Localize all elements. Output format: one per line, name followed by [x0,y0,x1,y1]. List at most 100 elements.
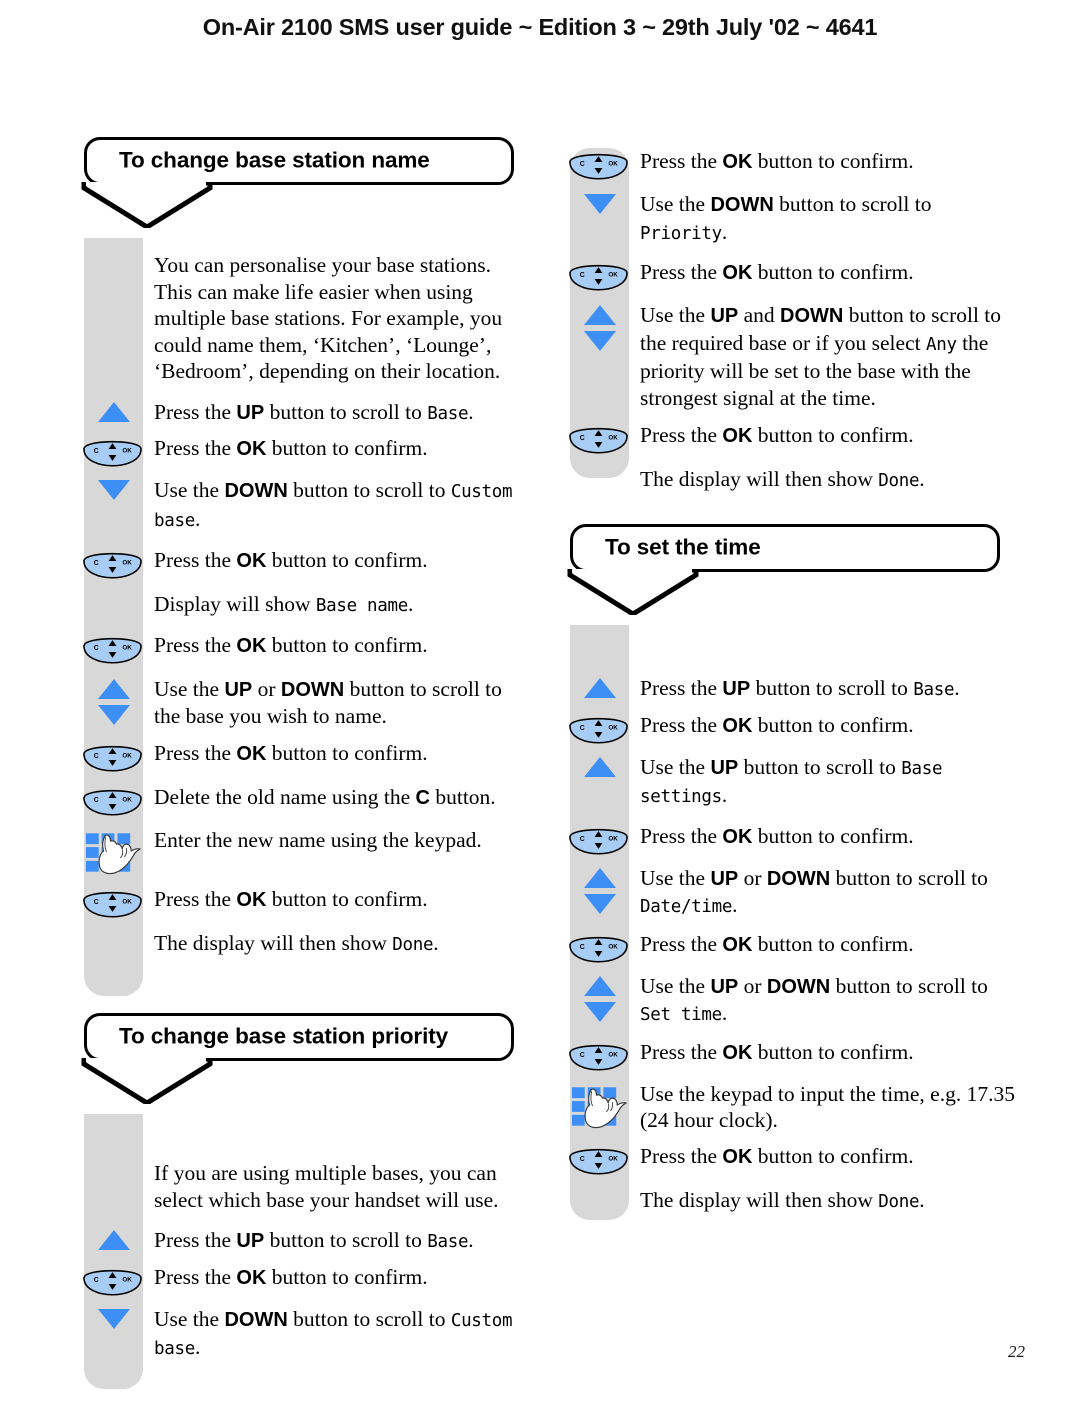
up-down-arrow-icon[interactable] [570,973,629,1023]
up-arrow-icon[interactable] [570,754,629,778]
svg-text:OK: OK [608,1155,618,1162]
ok-button-icon[interactable]: C OK [569,712,629,744]
ok-button-icon[interactable]: C OK [569,931,629,963]
ok-button-icon[interactable]: C OK [83,632,143,664]
svg-text:C: C [94,1276,99,1283]
ok-button-icon[interactable]: C OK [569,148,629,180]
steps-block: Press the UP button to scroll to Base. C… [569,572,1015,1220]
intro-text: If you are using multiple bases, you can… [154,1161,499,1212]
step-row: Use the DOWN button to scroll to Custom … [84,477,524,534]
up-down-arrow-icon[interactable] [570,302,629,352]
up-arrow-icon[interactable] [84,1227,143,1251]
ok-button-icon[interactable]: C OK [569,259,629,291]
down-arrow-icon[interactable] [570,191,629,215]
ok-button-icon[interactable]: C OK [83,740,143,772]
section-change-base-station-priority: To change base station priority If you a… [81,1013,524,1389]
step-text: Use the keypad to input the time, e.g. 1… [640,1081,1015,1133]
section-callout-header: To change base station name [84,137,514,185]
svg-text:OK: OK [608,160,618,167]
keypad-icon[interactable] [570,1081,629,1129]
ok-button-icon[interactable]: C OK [83,435,143,467]
step-text: Delete the old name using the C button. [154,784,496,809]
step-row: C OK Press the OK button to confirm. [569,422,1015,454]
step-text: Press the OK button to confirm. [640,423,914,447]
down-arrow-icon[interactable] [84,1306,143,1330]
step-text: Press the OK button to confirm. [640,1143,914,1168]
up-arrow-icon[interactable] [84,399,143,423]
svg-text:OK: OK [122,644,132,651]
svg-text:OK: OK [122,1276,132,1283]
svg-text:OK: OK [122,447,132,454]
step-text: Press the OK button to confirm. [640,260,914,284]
svg-text:C: C [94,898,99,905]
step-row: Use the UP or DOWN button to scroll to D… [570,865,1015,921]
step-row: C OK Press the OK button to confirm. [569,148,1015,180]
down-arrow-icon[interactable] [84,477,143,501]
step-row: C OK Press the OK button to confirm. [569,931,1015,963]
callout-tail-icon [81,1058,213,1104]
svg-text:OK: OK [122,898,132,905]
step-row: C OK Press the OK button to confirm. [83,435,524,467]
svg-text:OK: OK [608,1051,618,1058]
step-text: Press the OK button to confirm. [154,632,428,657]
no-icon [84,591,143,593]
section-change-base-station-name: To change base station name You can pers… [81,137,524,996]
step-row: C OK Press the OK button to confirm. [569,1143,1015,1175]
step-text: Use the UP and DOWN button to scroll to … [640,303,1002,410]
step-text: Use the UP or DOWN button to scroll to D… [640,865,988,918]
ok-button-icon[interactable]: C OK [83,547,143,579]
steps-list: If you are using multiple bases, you can… [83,1160,524,1363]
keypad-icon[interactable] [84,827,143,875]
no-icon [84,252,143,254]
ok-button-icon[interactable]: C OK [569,1143,629,1175]
step-row: Use the UP button to scroll to Base sett… [570,754,1015,811]
svg-text:C: C [94,560,99,567]
svg-text:C: C [94,448,99,455]
no-icon [84,930,143,932]
step-text: Press the UP button to scroll to Base. [640,676,960,700]
svg-text:C: C [580,835,585,842]
up-down-arrow-icon[interactable] [84,676,143,726]
ok-button-icon[interactable]: C OK [83,886,143,918]
svg-text:C: C [580,943,585,950]
section-callout-header: To set the time [570,524,1000,572]
step-row: The display will then show Done. [570,466,1015,495]
no-icon [84,1160,143,1162]
ok-button-icon[interactable]: C OK [569,823,629,855]
step-row: C OK Press the OK button to confirm. [83,886,524,918]
intro-paragraph-row: You can personalise your base stations. … [84,252,524,385]
svg-text:C: C [580,724,585,731]
svg-text:C: C [94,752,99,759]
steps-block: C OK Press the OK button to confirm. Use… [569,148,1015,495]
ok-button-icon[interactable]: C OK [83,1264,143,1296]
page-number: 22 [1008,1342,1025,1361]
step-text: Press the OK button to confirm. [640,1039,914,1064]
up-arrow-icon[interactable] [570,675,629,699]
step-row: The display will then show Done. [84,930,524,959]
svg-text:C: C [94,796,99,803]
svg-text:C: C [580,1155,585,1162]
step-text: Press the OK button to confirm. [640,823,914,848]
step-text: Press the OK button to confirm. [154,436,428,460]
section-callout-header: To change base station priority [84,1013,514,1061]
steps-list: You can personalise your base stations. … [83,252,524,959]
step-text: Press the OK button to confirm. [640,149,914,173]
step-row: Use the keypad to input the time, e.g. 1… [570,1081,1015,1134]
svg-text:OK: OK [122,559,132,566]
callout-tail-icon [81,182,213,228]
svg-text:OK: OK [608,835,618,842]
step-row: Use the UP or DOWN button to scroll to t… [84,676,524,730]
step-text: Use the UP button to scroll to Base sett… [640,754,943,808]
up-down-arrow-icon[interactable] [570,865,629,915]
ok-button-icon[interactable]: C OK [569,1039,629,1071]
ok-button-icon[interactable]: C OK [83,784,143,816]
step-row: Use the DOWN button to scroll to Priorit… [570,191,1015,247]
step-text: Press the UP button to scroll to Base. [154,399,474,424]
intro-paragraph-row: If you are using multiple bases, you can… [84,1160,524,1213]
ok-button-icon[interactable]: C OK [569,422,629,454]
step-row: C OK Press the OK button to confirm. [569,712,1015,744]
svg-text:OK: OK [608,271,618,278]
step-text: Use the UP or DOWN button to scroll to t… [154,676,502,729]
page-header: On-Air 2100 SMS user guide ~ Edition 3 ~… [202,14,878,40]
section-set-the-time: To set the time Press the UP button to s… [567,524,1015,1220]
